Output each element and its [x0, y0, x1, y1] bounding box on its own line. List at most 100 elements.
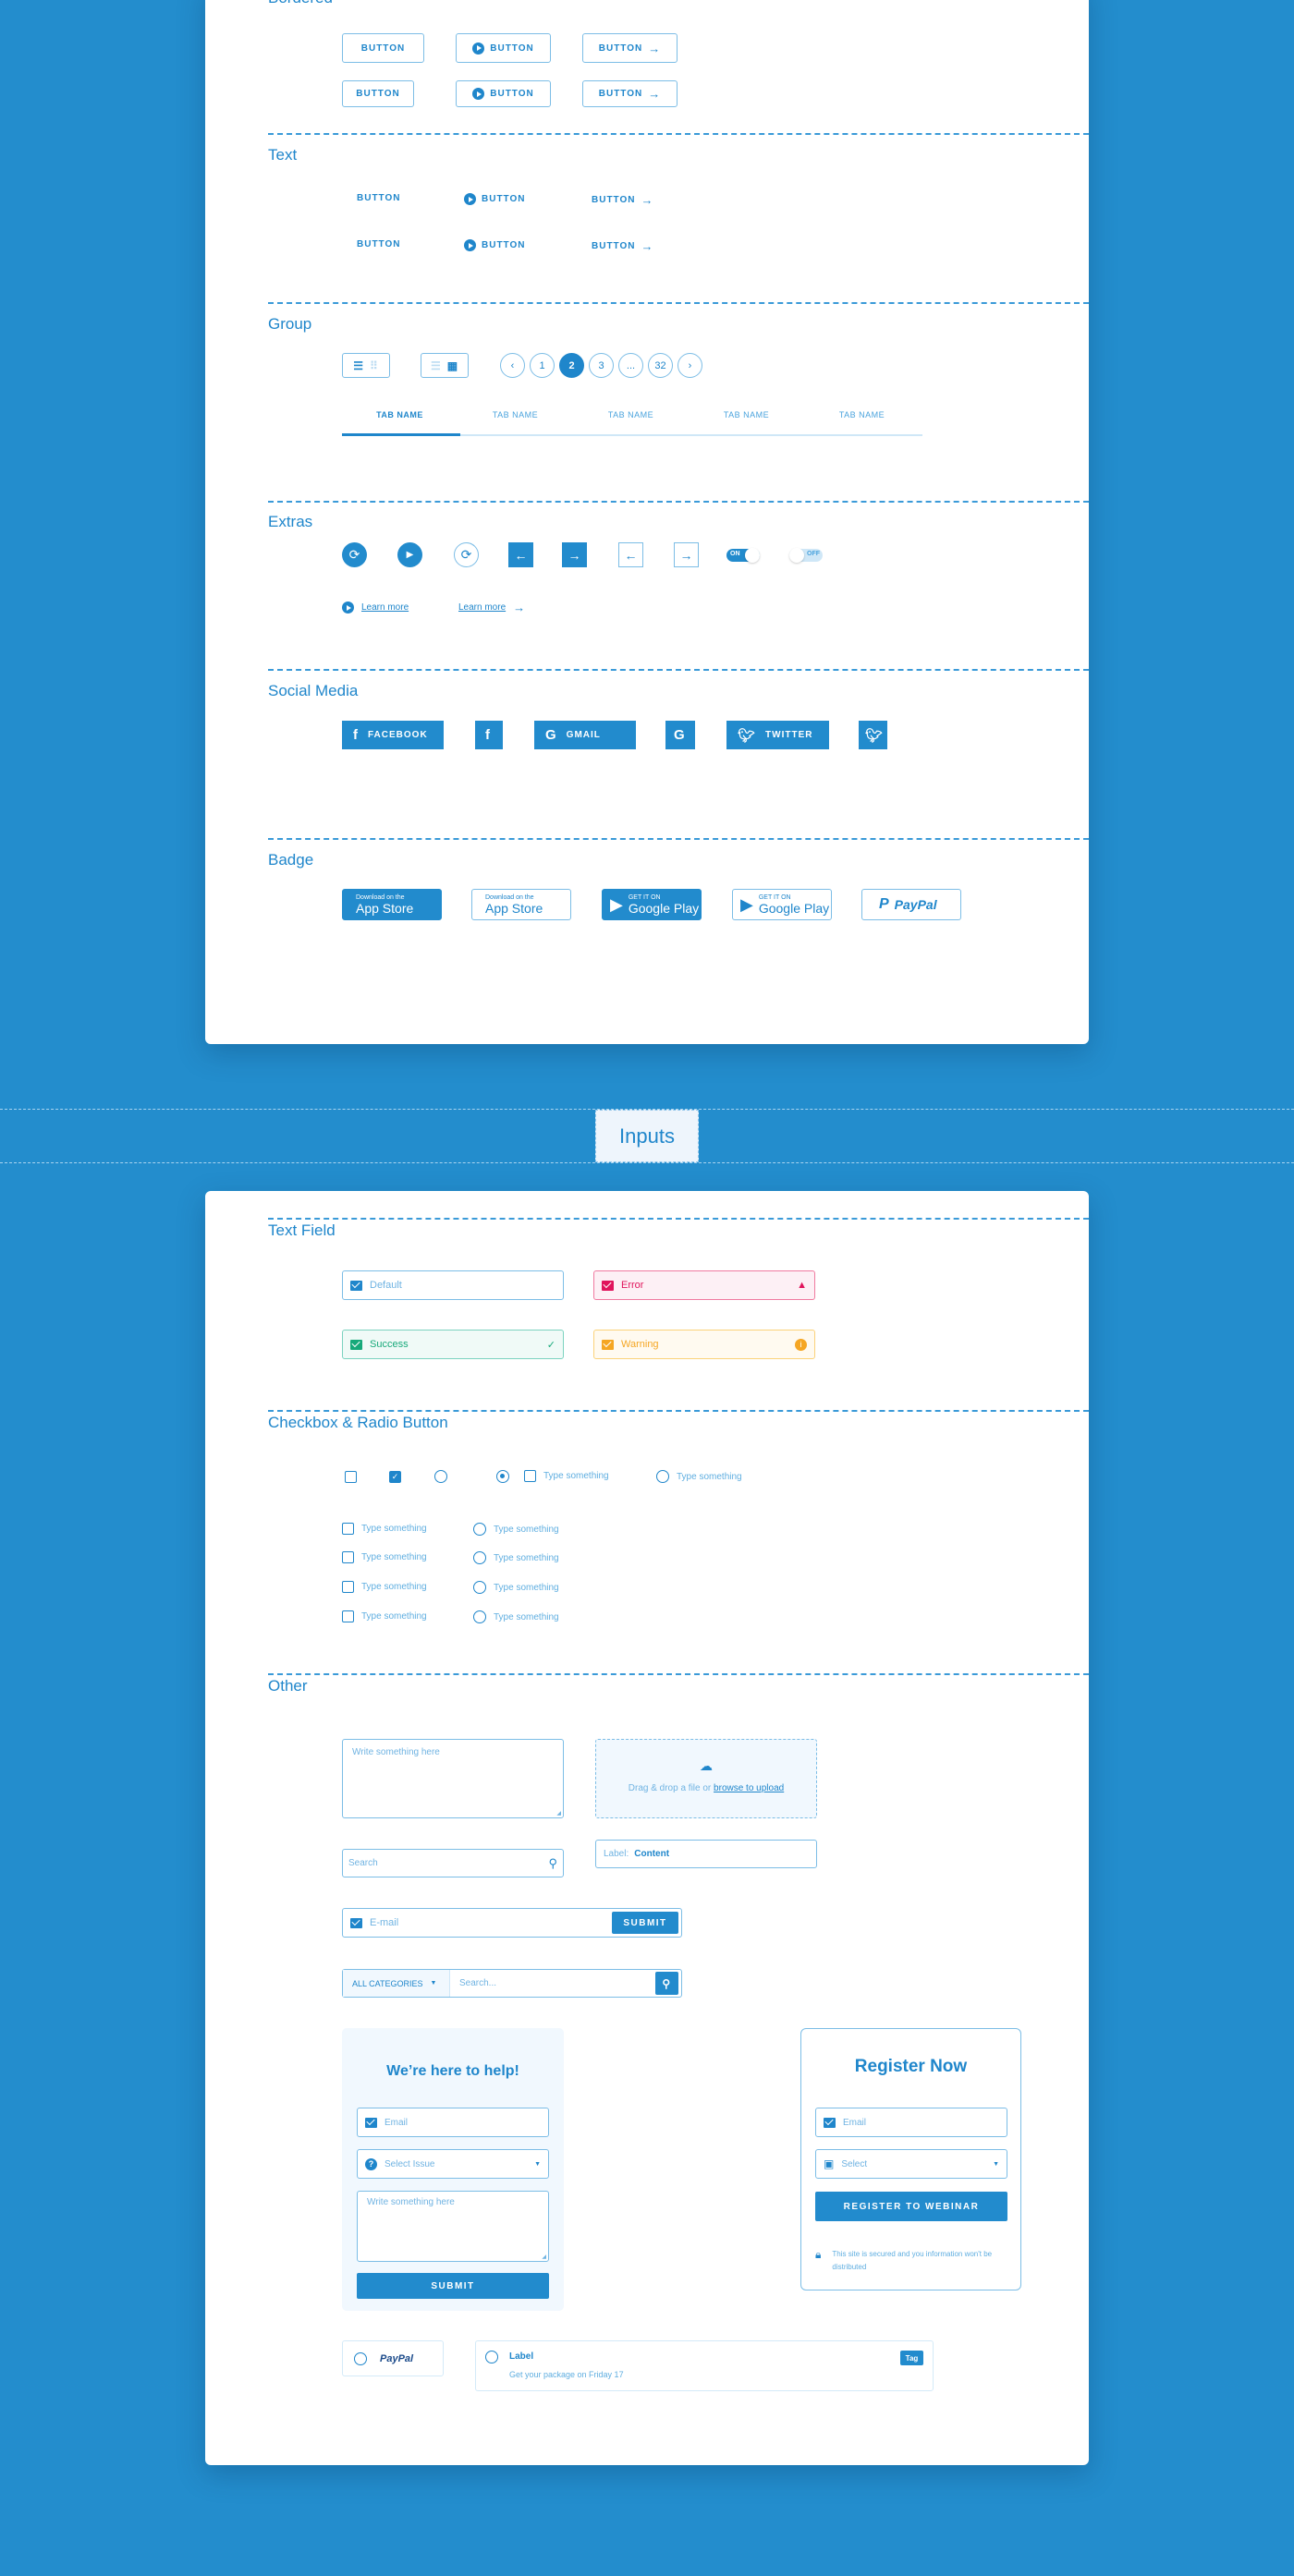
checkbox-option[interactable]: Type something — [342, 1551, 427, 1563]
refresh-outline-button[interactable]: ⟳ — [454, 542, 479, 567]
pagination-prev[interactable]: ‹ — [500, 353, 525, 378]
bordered-icon-button[interactable]: BUTTON — [456, 33, 551, 63]
help-message-textarea[interactable]: Write something here ◢ — [357, 2191, 549, 2262]
twitter-button[interactable]: 🐦︎ TWITTER — [726, 721, 829, 749]
learn-more-arrow-link[interactable]: Learn more → — [458, 601, 525, 614]
search-input[interactable]: Search ⚲ — [342, 1849, 564, 1877]
toggle-off[interactable]: OFF — [789, 548, 823, 563]
category-select[interactable]: ALL CATEGORIES ▼ — [343, 1970, 450, 1997]
search-button[interactable]: ⚲ — [655, 1972, 678, 1995]
checkbox-option[interactable]: Type something — [342, 1581, 427, 1593]
checkbox-checked[interactable]: ✓ — [389, 1471, 401, 1483]
tab-4[interactable]: TAB NAME — [689, 410, 804, 419]
facebook-icon-button[interactable]: f — [475, 721, 503, 749]
google-play-badge-outline[interactable]: ▶ GET IT ON Google Play — [732, 889, 832, 920]
pagination-ellipsis[interactable]: ... — [618, 353, 643, 378]
radio-option[interactable]: Type something — [473, 1581, 559, 1594]
register-date-select[interactable]: ▣ Select ▼ — [815, 2149, 1007, 2179]
email-subscribe-field[interactable]: E-mail SUBMIT — [342, 1908, 682, 1938]
submit-button[interactable]: SUBMIT — [612, 1912, 678, 1934]
facebook-button[interactable]: f FACEBOOK — [342, 721, 444, 749]
shipping-option-card[interactable]: Label Get your package on Friday 17 Tag — [475, 2340, 934, 2391]
google-play-badge[interactable]: ▶ GET IT ON Google Play — [602, 889, 702, 920]
help-email-input[interactable]: Email — [357, 2108, 549, 2137]
radio-option[interactable]: Type something — [473, 1523, 559, 1536]
text-arrow-button[interactable]: BUTTON → — [592, 239, 653, 253]
register-webinar-button[interactable]: REGISTER TO WEBINAR — [815, 2192, 1007, 2221]
toggle-on[interactable]: ON — [726, 548, 760, 563]
help-issue-select[interactable]: ? Select Issue ▼ — [357, 2149, 549, 2179]
bordered-arrow-button[interactable]: BUTTON → — [582, 33, 678, 63]
text-arrow-button[interactable]: BUTTON → — [592, 193, 653, 207]
text-field-warning[interactable]: Warning i — [593, 1330, 815, 1359]
bordered-button[interactable]: BUTTON — [342, 33, 424, 63]
paypal-badge[interactable]: P PayPal — [861, 889, 961, 920]
text-button[interactable]: BUTTON — [357, 239, 400, 249]
checkbox-option[interactable]: Type something — [342, 1523, 427, 1535]
google-icon-button[interactable]: G — [665, 721, 695, 749]
twitter-icon: 🐦︎ — [738, 727, 757, 744]
text-field-success[interactable]: Success ✓ — [342, 1330, 564, 1359]
resize-handle-icon[interactable]: ◢ — [556, 1810, 561, 1817]
mail-icon — [824, 2117, 836, 2128]
radio-unselected[interactable] — [434, 1470, 447, 1483]
secure-note: 🔒︎ This site is secured and you informati… — [815, 2248, 1007, 2274]
tab-2[interactable]: TAB NAME — [458, 410, 573, 419]
checkbox-option[interactable]: Type something — [524, 1470, 609, 1482]
radio-option[interactable]: Type something — [656, 1470, 742, 1483]
tab-3[interactable]: TAB NAME — [573, 410, 689, 419]
play-icon — [464, 193, 476, 205]
pagination-next[interactable]: › — [678, 353, 702, 378]
bordered-button-small[interactable]: BUTTON — [342, 80, 414, 107]
tab-5[interactable]: TAB NAME — [804, 410, 920, 419]
register-email-input[interactable]: Email — [815, 2108, 1007, 2137]
radio-option[interactable]: Type something — [473, 1551, 559, 1564]
paypal-option[interactable]: PayPal — [342, 2340, 444, 2376]
refresh-button[interactable]: ⟳ — [342, 542, 367, 567]
text-icon-button[interactable]: BUTTON — [464, 239, 525, 251]
label-content-field[interactable]: Label: Content — [595, 1840, 817, 1868]
text-field-error[interactable]: Error ▲ — [593, 1270, 815, 1300]
pagination-page[interactable]: 32 — [648, 353, 673, 378]
app-store-badge-outline[interactable]: Download on the App Store — [471, 889, 571, 920]
help-submit-button[interactable]: SUBMIT — [357, 2273, 549, 2299]
twitter-icon-button[interactable]: 🐦︎ — [859, 721, 887, 749]
gmail-button[interactable]: G GMAIL — [534, 721, 636, 749]
textarea[interactable]: Write something here ◢ — [342, 1739, 564, 1818]
pagination-page-current[interactable]: 2 — [559, 353, 584, 378]
learn-more-link[interactable]: Learn more — [342, 601, 409, 614]
text-field-default[interactable]: Default — [342, 1270, 564, 1300]
play-button[interactable]: ▶ — [397, 542, 422, 567]
arrow-right-button[interactable]: → — [562, 542, 587, 567]
browse-upload-link[interactable]: browse to upload — [714, 1783, 784, 1793]
radio-selected[interactable] — [496, 1470, 510, 1483]
text-button[interactable]: BUTTON — [357, 193, 400, 203]
checkbox-option[interactable]: Type something — [342, 1610, 427, 1622]
textarea-placeholder: Write something here — [367, 2197, 455, 2207]
arrow-left-outline-button[interactable]: ← — [618, 542, 643, 567]
category-search-field[interactable]: ALL CATEGORIES ▼ Search... ⚲ — [342, 1969, 682, 1998]
resize-handle-icon[interactable]: ◢ — [542, 2254, 546, 2260]
arrow-right-icon: → — [513, 601, 526, 614]
checkbox-unchecked[interactable] — [345, 1471, 357, 1483]
pagination-page[interactable]: 1 — [530, 353, 555, 378]
select-value: ALL CATEGORIES — [352, 1978, 423, 1988]
tab-1[interactable]: TAB NAME — [342, 410, 458, 419]
bordered-icon-button-small[interactable]: BUTTON — [456, 80, 551, 107]
arrow-right-icon: → — [648, 41, 662, 55]
arrow-left-button[interactable]: ← — [508, 542, 533, 567]
bordered-arrow-button-small[interactable]: BUTTON → — [582, 80, 678, 107]
arrow-right-outline-button[interactable]: → — [674, 542, 699, 567]
view-toggle-grid[interactable]: ☰ ▦ — [421, 353, 469, 378]
option-label: Type something — [361, 1552, 427, 1562]
button-label: BUTTON — [356, 89, 400, 99]
text-icon-button[interactable]: BUTTON — [464, 193, 525, 205]
view-toggle-list[interactable]: ☰ ⠿ — [342, 353, 390, 378]
search-icon[interactable]: ⚲ — [548, 1856, 557, 1871]
pagination-page[interactable]: 3 — [589, 353, 614, 378]
option-label: Type something — [361, 1582, 427, 1592]
app-store-badge[interactable]: Download on the App Store — [342, 889, 442, 920]
file-upload-dropzone[interactable]: ☁ Drag & drop a file or browse to upload — [595, 1739, 817, 1818]
radio-option[interactable]: Type something — [473, 1610, 559, 1623]
mail-icon — [350, 1917, 362, 1928]
